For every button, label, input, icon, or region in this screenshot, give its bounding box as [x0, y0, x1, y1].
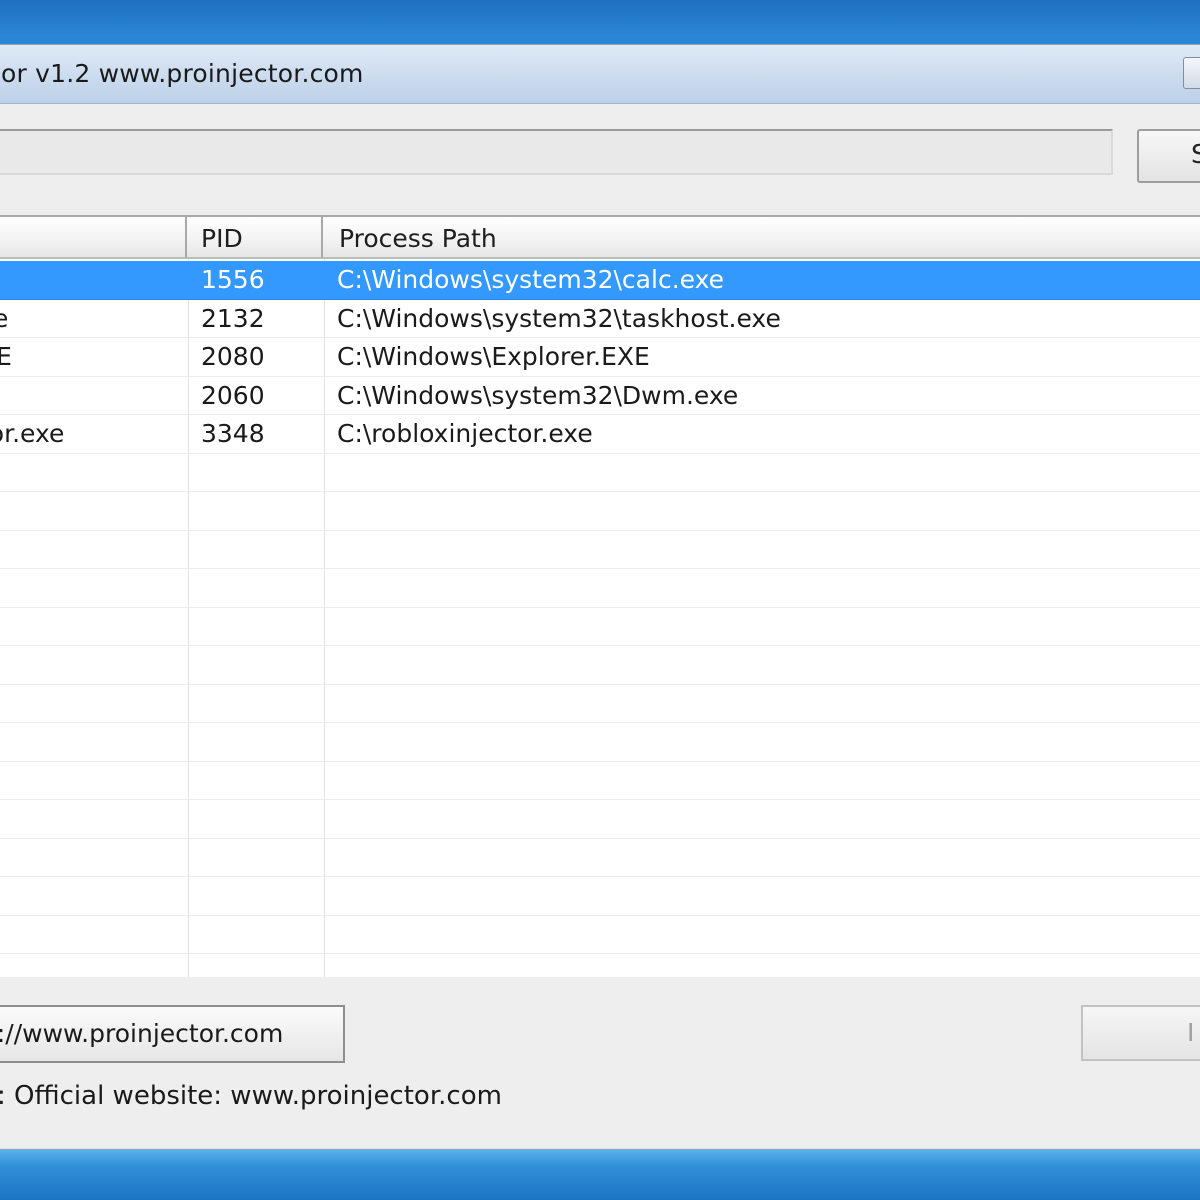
- process-name-cell: xe: [0, 300, 8, 338]
- process-row[interactable]: [0, 916, 1200, 954]
- injector-window: or v1.2 www.proinjector.com S e PID Proc…: [0, 44, 1200, 1150]
- minimize-button[interactable]: [1183, 57, 1200, 89]
- process-row[interactable]: 1556 C:\Windows\system32\calc.exe: [0, 261, 1200, 300]
- column-header-process-path[interactable]: Process Path: [323, 217, 1200, 259]
- website-link-button[interactable]: p://www.proinjector.com: [0, 1005, 345, 1063]
- process-path-cell: C:\Windows\system32\calc.exe: [337, 265, 724, 294]
- process-pid-cell: 1556: [201, 265, 265, 294]
- inject-button[interactable]: I: [1081, 1005, 1200, 1061]
- process-row[interactable]: XE 2080 C:\Windows\Explorer.EXE: [0, 338, 1200, 377]
- process-path-cell: C:\Windows\system32\taskhost.exe: [337, 303, 781, 333]
- desktop-taskbar-area: [0, 1148, 1200, 1200]
- column-header-pid[interactable]: PID: [187, 217, 323, 259]
- process-path-cell: C:\Windows\system32\Dwm.exe: [337, 380, 739, 410]
- column-header-process-path-label: Process Path: [339, 224, 497, 253]
- desktop: or v1.2 www.proinjector.com S e PID Proc…: [0, 0, 1200, 1200]
- process-pid-cell: 2132: [201, 303, 265, 333]
- website-link-label: p://www.proinjector.com: [0, 1019, 284, 1048]
- search-button[interactable]: S: [1137, 129, 1200, 183]
- process-row[interactable]: [0, 569, 1200, 608]
- process-row[interactable]: [0, 685, 1200, 723]
- title-bar[interactable]: or v1.2 www.proinjector.com: [0, 45, 1200, 104]
- process-path-cell: C:\robloxinjector.exe: [337, 419, 593, 448]
- status-text: e: Official website: www.proinjector.com: [0, 1081, 502, 1111]
- process-row[interactable]: [0, 454, 1200, 492]
- process-row[interactable]: [0, 762, 1200, 800]
- window-title: or v1.2 www.proinjector.com: [1, 59, 364, 88]
- process-row[interactable]: tor.exe 3348 C:\robloxinjector.exe: [0, 415, 1200, 454]
- column-header-name[interactable]: e: [0, 217, 187, 259]
- process-pid-cell: 3348: [201, 419, 265, 448]
- process-list[interactable]: e PID Process Path 1556 C:\Windows\system…: [0, 215, 1200, 977]
- process-row[interactable]: 2060 C:\Windows\system32\Dwm.exe: [0, 377, 1200, 415]
- process-pid-cell: 2080: [201, 342, 265, 371]
- process-row[interactable]: [0, 608, 1200, 646]
- process-row[interactable]: [0, 877, 1200, 916]
- process-row[interactable]: [0, 646, 1200, 685]
- process-search-input[interactable]: [0, 129, 1113, 175]
- process-row[interactable]: [0, 723, 1200, 762]
- process-row[interactable]: [0, 492, 1200, 531]
- column-header-pid-label: PID: [201, 224, 243, 253]
- process-name-cell: tor.exe: [0, 419, 65, 448]
- process-row[interactable]: [0, 839, 1200, 877]
- process-path-cell: C:\Windows\Explorer.EXE: [337, 342, 650, 371]
- process-row[interactable]: [0, 800, 1200, 839]
- process-row[interactable]: [0, 531, 1200, 569]
- process-row[interactable]: xe 2132 C:\Windows\system32\taskhost.exe: [0, 300, 1200, 338]
- process-pid-cell: 2060: [201, 380, 265, 410]
- process-name-cell: XE: [0, 338, 12, 376]
